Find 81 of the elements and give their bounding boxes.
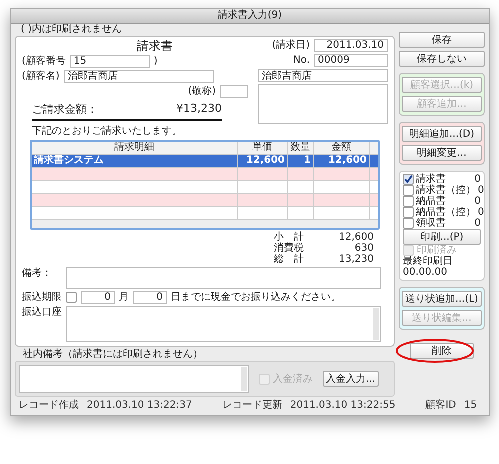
total-value: 630 <box>354 243 374 254</box>
checkbox[interactable] <box>403 218 414 229</box>
footer-label: 顧客ID <box>426 400 456 412</box>
total-label: 小 計 <box>274 232 305 243</box>
print-count: 0 <box>478 207 484 218</box>
paid-label: 入金済み <box>273 372 313 386</box>
table-cell: 12,600 <box>238 155 288 167</box>
honorific-field[interactable] <box>220 85 248 98</box>
address-name-field[interactable]: 治郎吉商店 <box>258 69 388 82</box>
table-row[interactable] <box>32 194 378 207</box>
print-count: 0 <box>474 174 481 185</box>
last-print-label: 最終印刷日 <box>403 256 454 267</box>
side-button[interactable]: 明細変更... <box>402 145 482 161</box>
invoice-heading: 請求書 <box>136 39 173 53</box>
window-title: 請求書入力(9) <box>218 9 282 23</box>
print-count: 0 <box>474 196 481 207</box>
field-label: ) <box>154 55 158 68</box>
printed-label: 印刷済み <box>417 245 457 256</box>
delete-button[interactable]: 削除 <box>410 343 474 359</box>
footer-value: 15 <box>464 400 478 412</box>
side-button[interactable]: 送り状追加...(L) <box>402 291 482 307</box>
footer-label: レコード作成 <box>19 400 79 412</box>
table-cell: 12,600 <box>314 155 370 167</box>
document-label: 領収書 <box>416 218 447 229</box>
side-button[interactable]: 保存しない <box>399 51 485 67</box>
column-header: 請求明細 <box>32 142 238 154</box>
document-label: 請求書（控） <box>416 185 476 196</box>
deadline-label: 振込期限 <box>22 291 62 304</box>
checkbox[interactable] <box>66 292 77 303</box>
internal-memo-field[interactable] <box>19 365 249 393</box>
month-field[interactable]: 0 <box>81 291 115 304</box>
payment-entry-button[interactable]: 入金入力... <box>323 371 379 387</box>
date-field[interactable]: 2011.03.10 <box>314 39 388 52</box>
total-value: 13,230 <box>338 254 374 265</box>
field-label: (敬称) <box>188 85 216 98</box>
internal-memo-label: 社内備考（請求書には印刷されません） <box>22 349 204 361</box>
invoice-number-field[interactable]: 00009 <box>314 54 388 67</box>
print-note: ( )内は印刷されません <box>20 24 123 36</box>
column-header: 単価 <box>238 142 288 154</box>
checkbox[interactable] <box>403 174 414 185</box>
document-label: 納品書（控） <box>416 207 476 218</box>
table-cell: 1 <box>288 155 314 167</box>
document-label: 納品書 <box>416 196 447 207</box>
side-button[interactable]: 保存 <box>399 32 485 48</box>
customer-number-field[interactable]: 15 <box>70 55 150 68</box>
table-row[interactable] <box>32 207 378 220</box>
print-count: 0 <box>474 218 481 229</box>
month-unit: 月 <box>119 291 129 304</box>
day-field[interactable]: 0 <box>133 291 167 304</box>
checkbox[interactable] <box>403 185 414 196</box>
total-label: 総 計 <box>274 254 305 265</box>
last-print-date: 00.00.00 <box>403 267 449 278</box>
total-value: 12,600 <box>338 232 374 243</box>
scroll-bar[interactable] <box>32 220 378 228</box>
remarks-label: 備考： <box>22 267 53 280</box>
footer-label: レコード更新 <box>222 400 282 412</box>
field-label: (顧客名) <box>22 70 60 83</box>
footer-value: 2011.03.10 13:22:55 <box>290 400 396 412</box>
deadline-text: 日までに現金でお振り込みください。 <box>171 291 341 304</box>
field-label: No. <box>293 54 310 67</box>
table-row[interactable] <box>32 168 378 181</box>
intro-text: 下記のとおりご請求いたします。 <box>31 126 183 138</box>
footer-value: 2011.03.10 13:22:37 <box>87 400 192 412</box>
field-label: (顧客番号 <box>22 55 66 68</box>
document-label: 請求書 <box>416 174 447 185</box>
side-button[interactable]: 明細追加...(D) <box>402 126 482 142</box>
checkbox[interactable] <box>403 196 414 207</box>
remarks-field[interactable] <box>66 267 381 289</box>
amount-value: ¥13,230 <box>176 102 222 117</box>
column-header: 金額 <box>314 142 370 154</box>
print-button[interactable]: 印刷...(P) <box>403 229 481 245</box>
total-label: 消費税 <box>274 243 305 254</box>
print-count: 0 <box>478 185 484 196</box>
address-field[interactable] <box>258 84 388 124</box>
account-field[interactable] <box>66 306 381 342</box>
column-header: 数量 <box>288 142 314 154</box>
amount-label: ご請求金額： <box>32 102 98 117</box>
account-label: 振込口座 <box>22 306 62 319</box>
field-label: (請求日) <box>272 39 310 52</box>
table-row[interactable] <box>32 181 378 194</box>
checkbox[interactable] <box>403 207 414 218</box>
